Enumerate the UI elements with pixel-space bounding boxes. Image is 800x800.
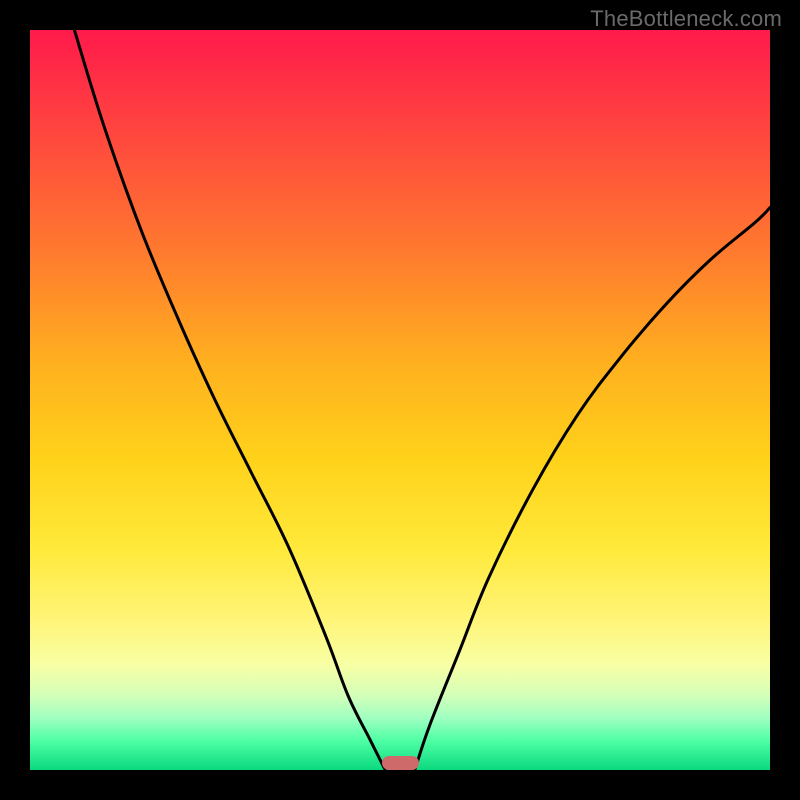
right-branch-curve — [415, 208, 770, 770]
min-marker — [382, 756, 419, 770]
curve-layer — [30, 30, 770, 770]
left-branch-curve — [74, 30, 385, 770]
plot-area — [30, 30, 770, 770]
outer-frame: TheBottleneck.com — [0, 0, 800, 800]
watermark-text: TheBottleneck.com — [590, 6, 782, 32]
